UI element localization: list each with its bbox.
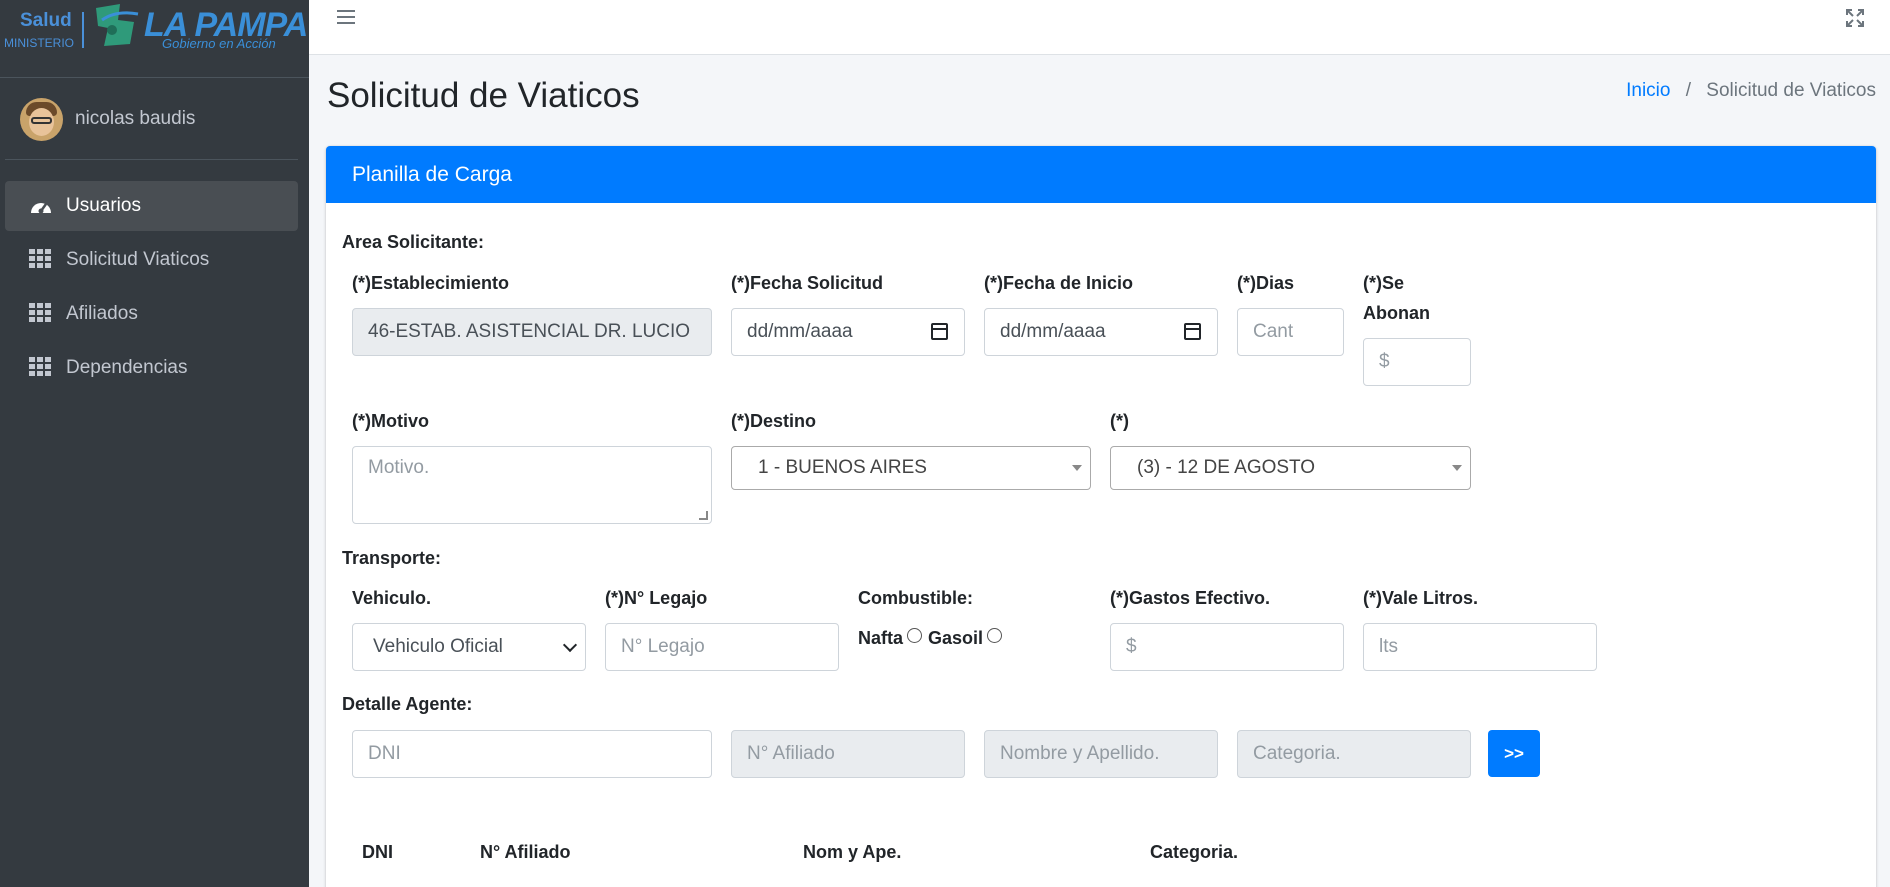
legajo-input[interactable]: N° Legajo — [605, 623, 839, 671]
area-solicitante-label: Area Solicitante: — [342, 232, 485, 252]
avatar[interactable] — [20, 98, 63, 141]
brand-logo[interactable]: Salud MINISTERIO LA PAMPA Gobierno en Ac… — [0, 0, 309, 78]
dni-input[interactable]: DNI — [352, 730, 712, 778]
user-panel[interactable]: nicolas baudis — [0, 78, 309, 160]
dropdown-arrow-icon — [1072, 465, 1082, 471]
sidebar-nav: Usuarios Solicitud Viaticos Afiliados De… — [5, 181, 298, 397]
sidebar-item-dependencias[interactable]: Dependencias — [5, 343, 298, 393]
dias-input[interactable]: Cant — [1237, 308, 1344, 356]
se-abonan-label-line2: Abonan — [1363, 303, 1430, 323]
sidebar-item-afiliados[interactable]: Afiliados — [5, 289, 298, 339]
top-navbar — [309, 0, 1890, 55]
fullscreen-icon[interactable] — [1846, 9, 1864, 27]
breadcrumb-home-link[interactable]: Inicio — [1626, 80, 1670, 101]
brand-ministerio: MINISTERIO — [4, 36, 75, 50]
fecha-inicio-input[interactable]: dd/mm/aaaa — [984, 308, 1218, 356]
card-header: Planilla de Carga — [326, 146, 1876, 203]
destino-label: (*)Destino — [731, 411, 816, 431]
destino-select[interactable]: 1 - BUENOS AIRES — [731, 446, 1091, 490]
breadcrumb-current: Solicitud de Viaticos — [1706, 80, 1876, 101]
fecha-inicio-label: (*)Fecha de Inicio — [984, 273, 1134, 293]
gasoil-label: Gasoil — [928, 628, 984, 648]
user-name[interactable]: nicolas baudis — [75, 108, 195, 130]
combustible-options: Nafta Gasoil — [858, 628, 1008, 649]
breadcrumb: Inicio / Solicitud de Viaticos — [1626, 80, 1876, 102]
vehiculo-label: Vehiculo. — [352, 588, 432, 608]
table-header-dni: DNI — [362, 842, 393, 862]
chevron-down-icon — [562, 637, 578, 653]
la-pampa-emblem-icon — [96, 4, 139, 46]
localidad-select[interactable]: (3) - 12 DE AGOSTO — [1110, 446, 1471, 490]
add-agent-button[interactable]: >> — [1488, 730, 1540, 777]
fecha-solicitud-label: (*)Fecha Solicitud — [731, 273, 884, 293]
calendar-icon[interactable] — [1184, 323, 1201, 340]
establecimiento-field: 46-ESTAB. ASISTENCIAL DR. LUCIO MOL — [352, 308, 712, 356]
dias-label: (*)Dias — [1237, 273, 1295, 293]
afiliado-field: N° Afiliado — [731, 730, 965, 778]
sidebar-item-label: Afiliados — [66, 303, 138, 324]
calendar-icon[interactable] — [931, 323, 948, 340]
vale-input[interactable]: lts — [1363, 623, 1597, 671]
grid-icon — [29, 249, 53, 271]
vale-label: (*)Vale Litros. — [1363, 588, 1479, 608]
vehiculo-select[interactable]: Vehiculo Oficial — [352, 623, 586, 671]
gastos-input[interactable]: $ — [1110, 623, 1344, 671]
nafta-label: Nafta — [858, 628, 904, 648]
divider — [5, 159, 298, 160]
combustible-label: Combustible: — [858, 588, 973, 608]
sidebar-item-label: Solicitud Viaticos — [66, 249, 210, 270]
nombre-field: Nombre y Apellido. — [984, 730, 1218, 778]
dropdown-arrow-icon — [1452, 465, 1462, 471]
brand-subtitle: Gobierno en Acción — [162, 36, 276, 51]
sidebar-item-label: Usuarios — [66, 195, 141, 216]
motivo-textarea[interactable]: Motivo. — [352, 446, 712, 524]
categoria-field: Categoria. — [1237, 730, 1471, 778]
breadcrumb-separator: / — [1685, 80, 1692, 101]
sidebar-item-usuarios[interactable]: Usuarios — [5, 181, 298, 231]
dashboard-gauge-icon — [29, 195, 53, 217]
detalle-agente-label: Detalle Agente: — [342, 694, 473, 714]
establecimiento-label: (*)Establecimiento — [352, 273, 510, 293]
sidebar-item-label: Dependencias — [66, 357, 188, 378]
menu-toggle-icon[interactable] — [337, 10, 355, 26]
sidebar-item-solicitud-viaticos[interactable]: Solicitud Viaticos — [5, 235, 298, 285]
se-abonan-input[interactable]: $ — [1363, 338, 1471, 386]
table-header-nombre: Nom y Ape. — [803, 842, 902, 862]
transporte-label: Transporte: — [342, 548, 442, 568]
legajo-label: (*)N° Legajo — [605, 588, 708, 608]
table-header-afiliado: N° Afiliado — [480, 842, 571, 862]
localidad-label: (*) — [1110, 411, 1129, 431]
page-title: Solicitud de Viaticos — [327, 76, 640, 115]
grid-icon — [29, 303, 53, 325]
se-abonan-label: (*)Se — [1363, 273, 1405, 293]
gastos-label: (*)Gastos Efectivo. — [1110, 588, 1271, 608]
resize-handle-icon[interactable] — [699, 511, 708, 520]
brand-separator — [82, 12, 84, 48]
gasoil-radio[interactable] — [987, 628, 1003, 643]
table-header-categoria: Categoria. — [1150, 842, 1239, 862]
motivo-label: (*)Motivo — [352, 411, 429, 431]
sidebar: Salud MINISTERIO LA PAMPA Gobierno en Ac… — [0, 0, 309, 887]
nafta-radio[interactable] — [907, 628, 923, 643]
grid-icon — [29, 357, 53, 379]
brand-salud: Salud — [20, 10, 72, 31]
fecha-solicitud-input[interactable]: dd/mm/aaaa — [731, 308, 965, 356]
